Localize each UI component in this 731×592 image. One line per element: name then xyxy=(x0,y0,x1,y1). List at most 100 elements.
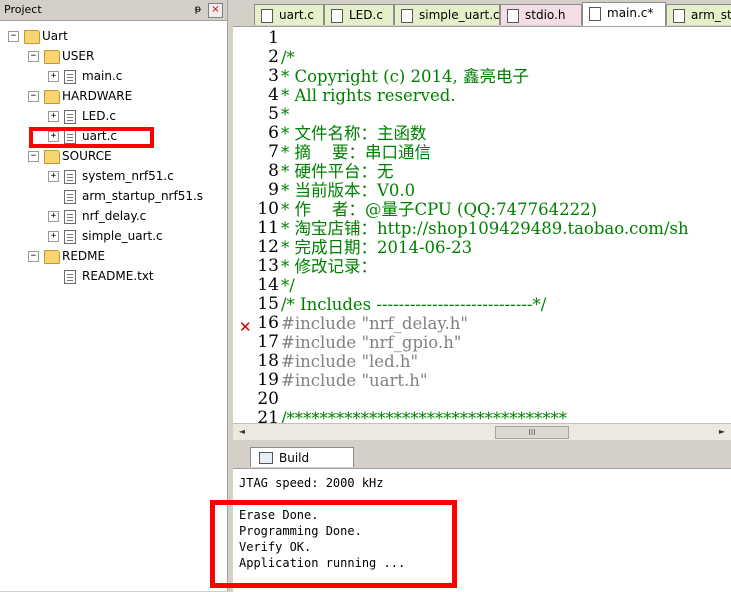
folder-icon xyxy=(44,150,60,164)
line-number: 7 xyxy=(268,142,279,162)
line-number-gutter: 1 2 3 4 5 6 7 8 9 10 11 12 13 14 15 16 17 18 19 20 21 xyxy=(233,27,281,428)
code-line[interactable]: /* xyxy=(281,48,295,67)
tree-item-label: README.txt xyxy=(82,269,154,283)
code-editor[interactable]: 1 2 3 4 5 6 7 8 9 10 11 12 13 14 15 16 17 18 19 20 21 /* * Co… xyxy=(233,26,731,440)
editor-tab-label: simple_uart.c xyxy=(419,8,500,22)
pin-icon[interactable]: ᵽ xyxy=(191,2,205,17)
error-marker-icon: ✕ xyxy=(239,318,252,336)
project-panel: Project ᵽ × − Uart − USER + main.c − HARDWARE + L… xyxy=(0,0,228,591)
scrollbar-thumb[interactable]: III xyxy=(495,426,569,439)
code-line[interactable]: * 修改记录： xyxy=(281,257,377,276)
code-line[interactable]: #include "uart.h" xyxy=(281,371,427,390)
editor-tab-arm-sta[interactable]: arm_sta xyxy=(666,4,731,25)
line-number: 10 xyxy=(257,199,279,219)
tree-item-label: LED.c xyxy=(82,109,116,123)
editor-tab-simple-uart-c[interactable]: simple_uart.c xyxy=(394,4,500,25)
code-line[interactable]: * 作 者：@量子CPU (QQ:747764222) xyxy=(281,200,597,219)
editor-tab-label: main.c* xyxy=(607,6,654,20)
line-number: 12 xyxy=(257,237,279,257)
code-line[interactable]: * 文件名称：主函数 xyxy=(281,124,427,143)
file-icon xyxy=(331,9,343,23)
editor-tab-label: LED.c xyxy=(349,8,383,22)
tree-item-label: HARDWARE xyxy=(62,89,133,103)
line-number: 3 xyxy=(268,66,279,86)
code-line[interactable]: * 当前版本：V0.0 xyxy=(281,181,415,200)
code-line[interactable]: * xyxy=(281,105,289,124)
line-number: 13 xyxy=(257,256,279,276)
collapse-icon[interactable]: − xyxy=(28,91,39,102)
build-output-line: JTAG speed: 2000 kHz xyxy=(239,476,384,490)
code-line[interactable]: * All rights reserved. xyxy=(281,86,456,105)
folder-icon xyxy=(44,250,60,264)
highlight-box-build-result xyxy=(210,500,457,588)
code-line[interactable]: * 淘宝店铺：http://shop109429489.taobao.com/s… xyxy=(281,219,689,238)
line-number: 1 xyxy=(268,28,279,48)
scroll-right-icon[interactable]: ► xyxy=(715,426,729,437)
editor-tab-label: arm_sta xyxy=(691,8,731,22)
code-line[interactable]: #include "nrf_delay.h" xyxy=(281,314,468,333)
line-number: 4 xyxy=(268,85,279,105)
build-output-tab[interactable]: Build Output xyxy=(250,447,354,485)
collapse-icon[interactable]: − xyxy=(8,31,19,42)
file-icon xyxy=(64,170,76,184)
tree-item-label: USER xyxy=(62,49,95,63)
collapse-icon[interactable]: − xyxy=(28,251,39,262)
tree-item-label: arm_startup_nrf51.s xyxy=(82,189,204,203)
build-output-tab-bar: Build Output xyxy=(232,446,731,485)
line-number: 14 xyxy=(257,275,279,295)
collapse-icon[interactable]: − xyxy=(28,151,39,162)
code-line[interactable]: */ xyxy=(281,276,295,295)
project-panel-title: Project xyxy=(4,3,42,16)
file-icon xyxy=(64,270,76,284)
tree-item-label: nrf_delay.c xyxy=(82,209,147,223)
line-number: 18 xyxy=(257,351,279,371)
editor-tab-main-c-[interactable]: main.c* xyxy=(582,2,666,27)
line-number: 20 xyxy=(257,389,279,409)
expand-icon[interactable]: + xyxy=(48,111,59,122)
file-icon xyxy=(589,7,601,21)
code-line[interactable]: /* Includes ----------------------------… xyxy=(281,295,546,314)
file-icon xyxy=(507,9,519,23)
code-line[interactable]: #include "nrf_gpio.h" xyxy=(281,333,461,352)
tree-item-label: simple_uart.c xyxy=(82,229,163,243)
file-icon xyxy=(64,190,76,204)
collapse-icon[interactable]: − xyxy=(28,51,39,62)
expand-icon[interactable]: + xyxy=(48,171,59,182)
build-output-icon xyxy=(259,452,273,464)
file-icon xyxy=(673,9,685,23)
code-line[interactable]: * 完成日期：2014-06-23 xyxy=(281,238,472,257)
expand-icon[interactable]: + xyxy=(48,211,59,222)
expand-icon[interactable]: + xyxy=(48,71,59,82)
tree-item-label: SOURCE xyxy=(62,149,112,163)
line-number: 9 xyxy=(268,180,279,200)
line-number: 5 xyxy=(268,104,279,124)
line-number: 15 xyxy=(257,294,279,314)
editor-tab-label: stdio.h xyxy=(525,8,566,22)
expand-icon[interactable]: + xyxy=(48,231,59,242)
tree-item-label: Uart xyxy=(42,29,68,43)
file-icon xyxy=(64,210,76,224)
highlight-box-uart-file xyxy=(29,127,154,148)
editor-tab-stdio-h[interactable]: stdio.h xyxy=(500,4,582,25)
code-line[interactable]: * 摘 要：串口通信 xyxy=(281,143,431,162)
line-number: 6 xyxy=(268,123,279,143)
file-icon xyxy=(64,230,76,244)
scroll-left-icon[interactable]: ◄ xyxy=(235,426,249,437)
code-line[interactable]: #include "led.h" xyxy=(281,352,418,371)
file-icon xyxy=(401,9,413,23)
horizontal-scrollbar[interactable]: ◄ III ► xyxy=(233,423,731,440)
code-line[interactable]: * Copyright (c) 2014, 鑫亮电子 xyxy=(281,67,529,86)
close-icon[interactable]: × xyxy=(208,3,223,18)
tree-item-label: REDME xyxy=(62,249,106,263)
editor-tab-led-c[interactable]: LED.c xyxy=(324,4,394,25)
tree-item-label: system_nrf51.c xyxy=(82,169,174,183)
project-icon xyxy=(24,30,40,44)
editor-tab-label: uart.c xyxy=(279,8,315,22)
folder-icon xyxy=(44,90,60,104)
line-number: 2 xyxy=(268,47,279,67)
editor-tab-uart-c[interactable]: uart.c xyxy=(254,4,324,25)
project-panel-title-bar: Project ᵽ × xyxy=(0,0,227,21)
file-icon xyxy=(64,70,76,84)
code-line[interactable]: * 硬件平台：无 xyxy=(281,162,394,181)
file-icon xyxy=(64,110,76,124)
